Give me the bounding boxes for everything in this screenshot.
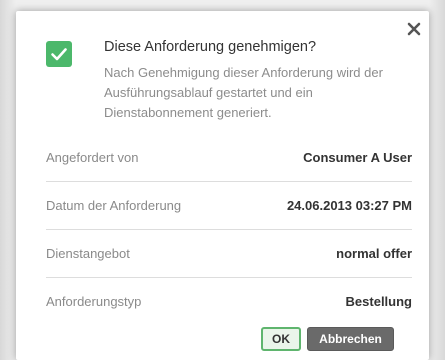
cancel-button[interactable]: Abbrechen xyxy=(307,327,394,351)
detail-value: normal offer xyxy=(336,246,412,261)
detail-label: Dienstangebot xyxy=(46,246,130,261)
close-icon[interactable] xyxy=(405,20,423,38)
details-list: Angefordert von Consumer A User Datum de… xyxy=(46,134,412,325)
detail-value: Consumer A User xyxy=(303,150,412,165)
checkbox-checked-icon[interactable] xyxy=(46,41,72,67)
detail-row-requested-by: Angefordert von Consumer A User xyxy=(46,134,412,182)
detail-label: Datum der Anforderung xyxy=(46,198,182,213)
dialog-footer: OK Abbrechen xyxy=(261,327,394,351)
detail-label: Angefordert von xyxy=(46,150,139,165)
detail-value: 24.06.2013 03:27 PM xyxy=(286,198,412,213)
detail-row-service-offering: Dienstangebot normal offer xyxy=(46,230,412,278)
approval-dialog: Diese Anforderung genehmigen? Nach Geneh… xyxy=(16,11,429,360)
ok-button[interactable]: OK xyxy=(261,327,301,351)
detail-label: Anforderungstyp xyxy=(46,294,142,309)
dialog-title: Diese Anforderung genehmigen? xyxy=(104,39,317,55)
detail-row-request-type: Anforderungstyp Bestellung xyxy=(46,278,412,325)
detail-row-request-date: Datum der Anforderung 24.06.2013 03:27 P… xyxy=(46,182,412,230)
dialog-description: Nach Genehmigung dieser Anforderung wird… xyxy=(104,65,383,120)
detail-value: Bestellung xyxy=(345,294,412,309)
